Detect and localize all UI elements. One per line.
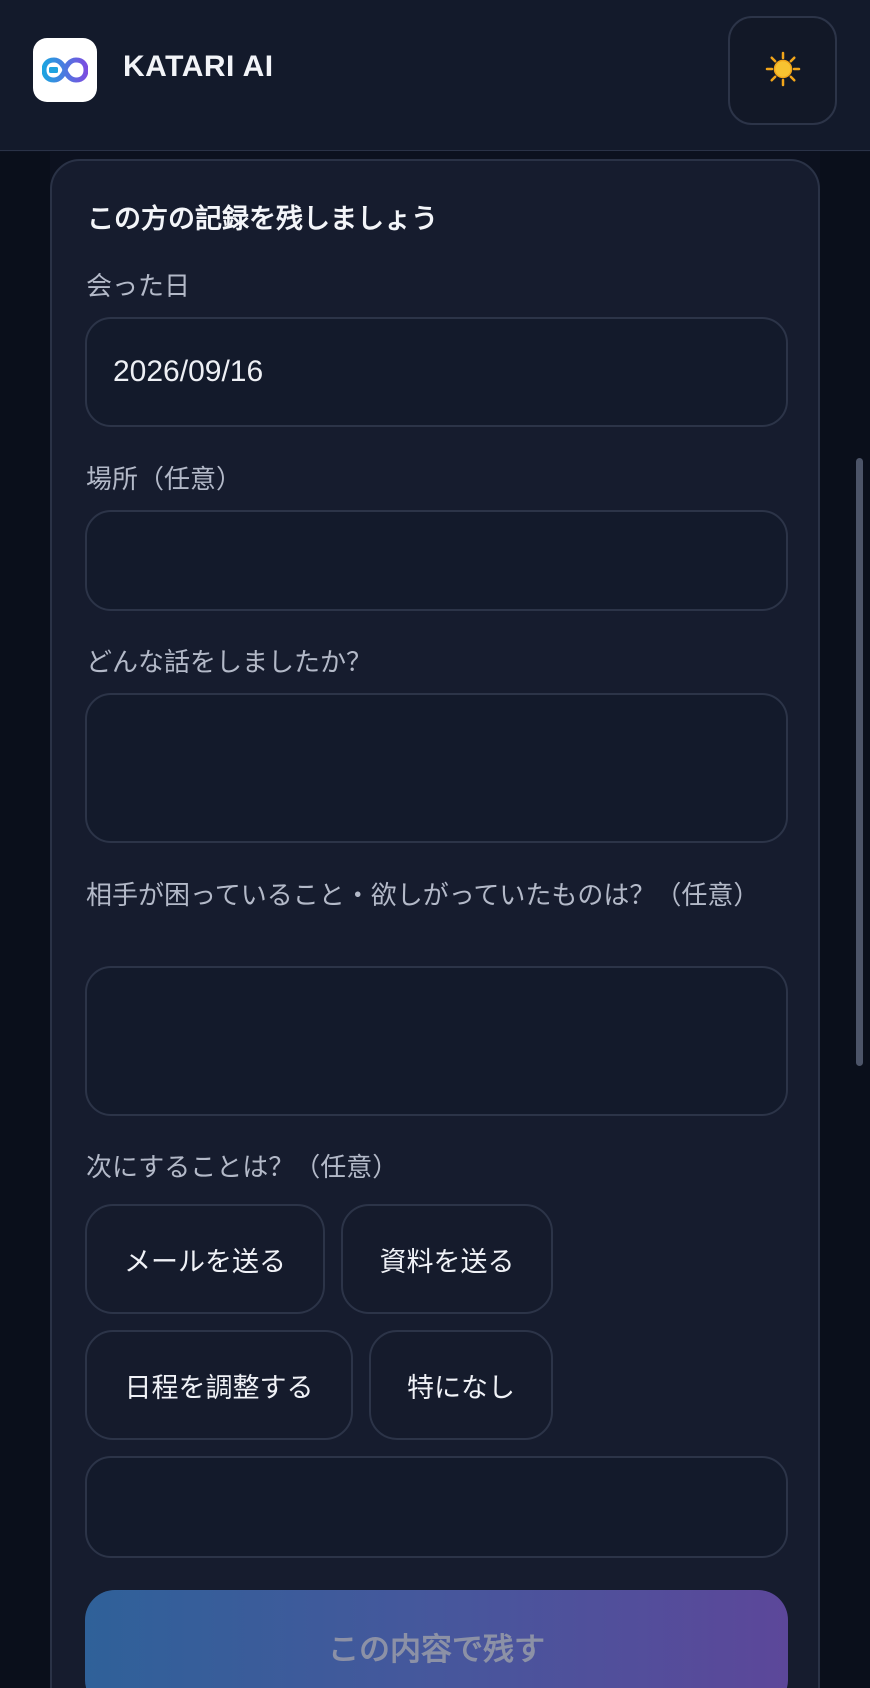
topic-textarea[interactable] bbox=[85, 693, 788, 843]
next-action-custom-input[interactable] bbox=[85, 1456, 788, 1558]
place-label: 場所（任意） bbox=[86, 465, 243, 495]
save-record-button[interactable]: この内容で残す bbox=[85, 1590, 788, 1688]
next-action-label: 次にすることは？（任意） bbox=[86, 1153, 399, 1183]
sun-icon bbox=[765, 51, 801, 91]
app-header: KATARI AI bbox=[0, 0, 870, 151]
date-value: 2026/09/16 bbox=[113, 355, 264, 388]
app-page: KATARI AI この方の記録を残しましょう 会った日 2026/09/16 … bbox=[0, 0, 870, 1688]
scrollbar-thumb[interactable] bbox=[856, 458, 863, 1066]
app-title: KATARI AI bbox=[123, 50, 274, 83]
needs-label: 相手が困っていること・欲しがっていたものは？（任意） bbox=[86, 881, 760, 911]
needs-textarea[interactable] bbox=[85, 966, 788, 1116]
next-option-schedule[interactable]: 日程を調整する bbox=[85, 1330, 353, 1440]
next-option-send-email[interactable]: メールを送る bbox=[85, 1204, 325, 1314]
left-gutter bbox=[0, 152, 50, 1688]
place-input[interactable] bbox=[85, 510, 788, 611]
infinity-logo-icon bbox=[33, 38, 97, 102]
form-title: この方の記録を残しましょう bbox=[87, 204, 438, 235]
theme-toggle-button[interactable] bbox=[728, 16, 837, 125]
date-label: 会った日 bbox=[86, 272, 191, 302]
next-option-send-materials[interactable]: 資料を送る bbox=[341, 1204, 553, 1314]
record-form-card: この方の記録を残しましょう 会った日 2026/09/16 場所（任意） どんな… bbox=[50, 159, 820, 1688]
topic-label: どんな話をしましたか？ bbox=[86, 648, 373, 678]
next-option-none[interactable]: 特になし bbox=[369, 1330, 553, 1440]
date-field[interactable]: 2026/09/16 bbox=[85, 317, 788, 427]
